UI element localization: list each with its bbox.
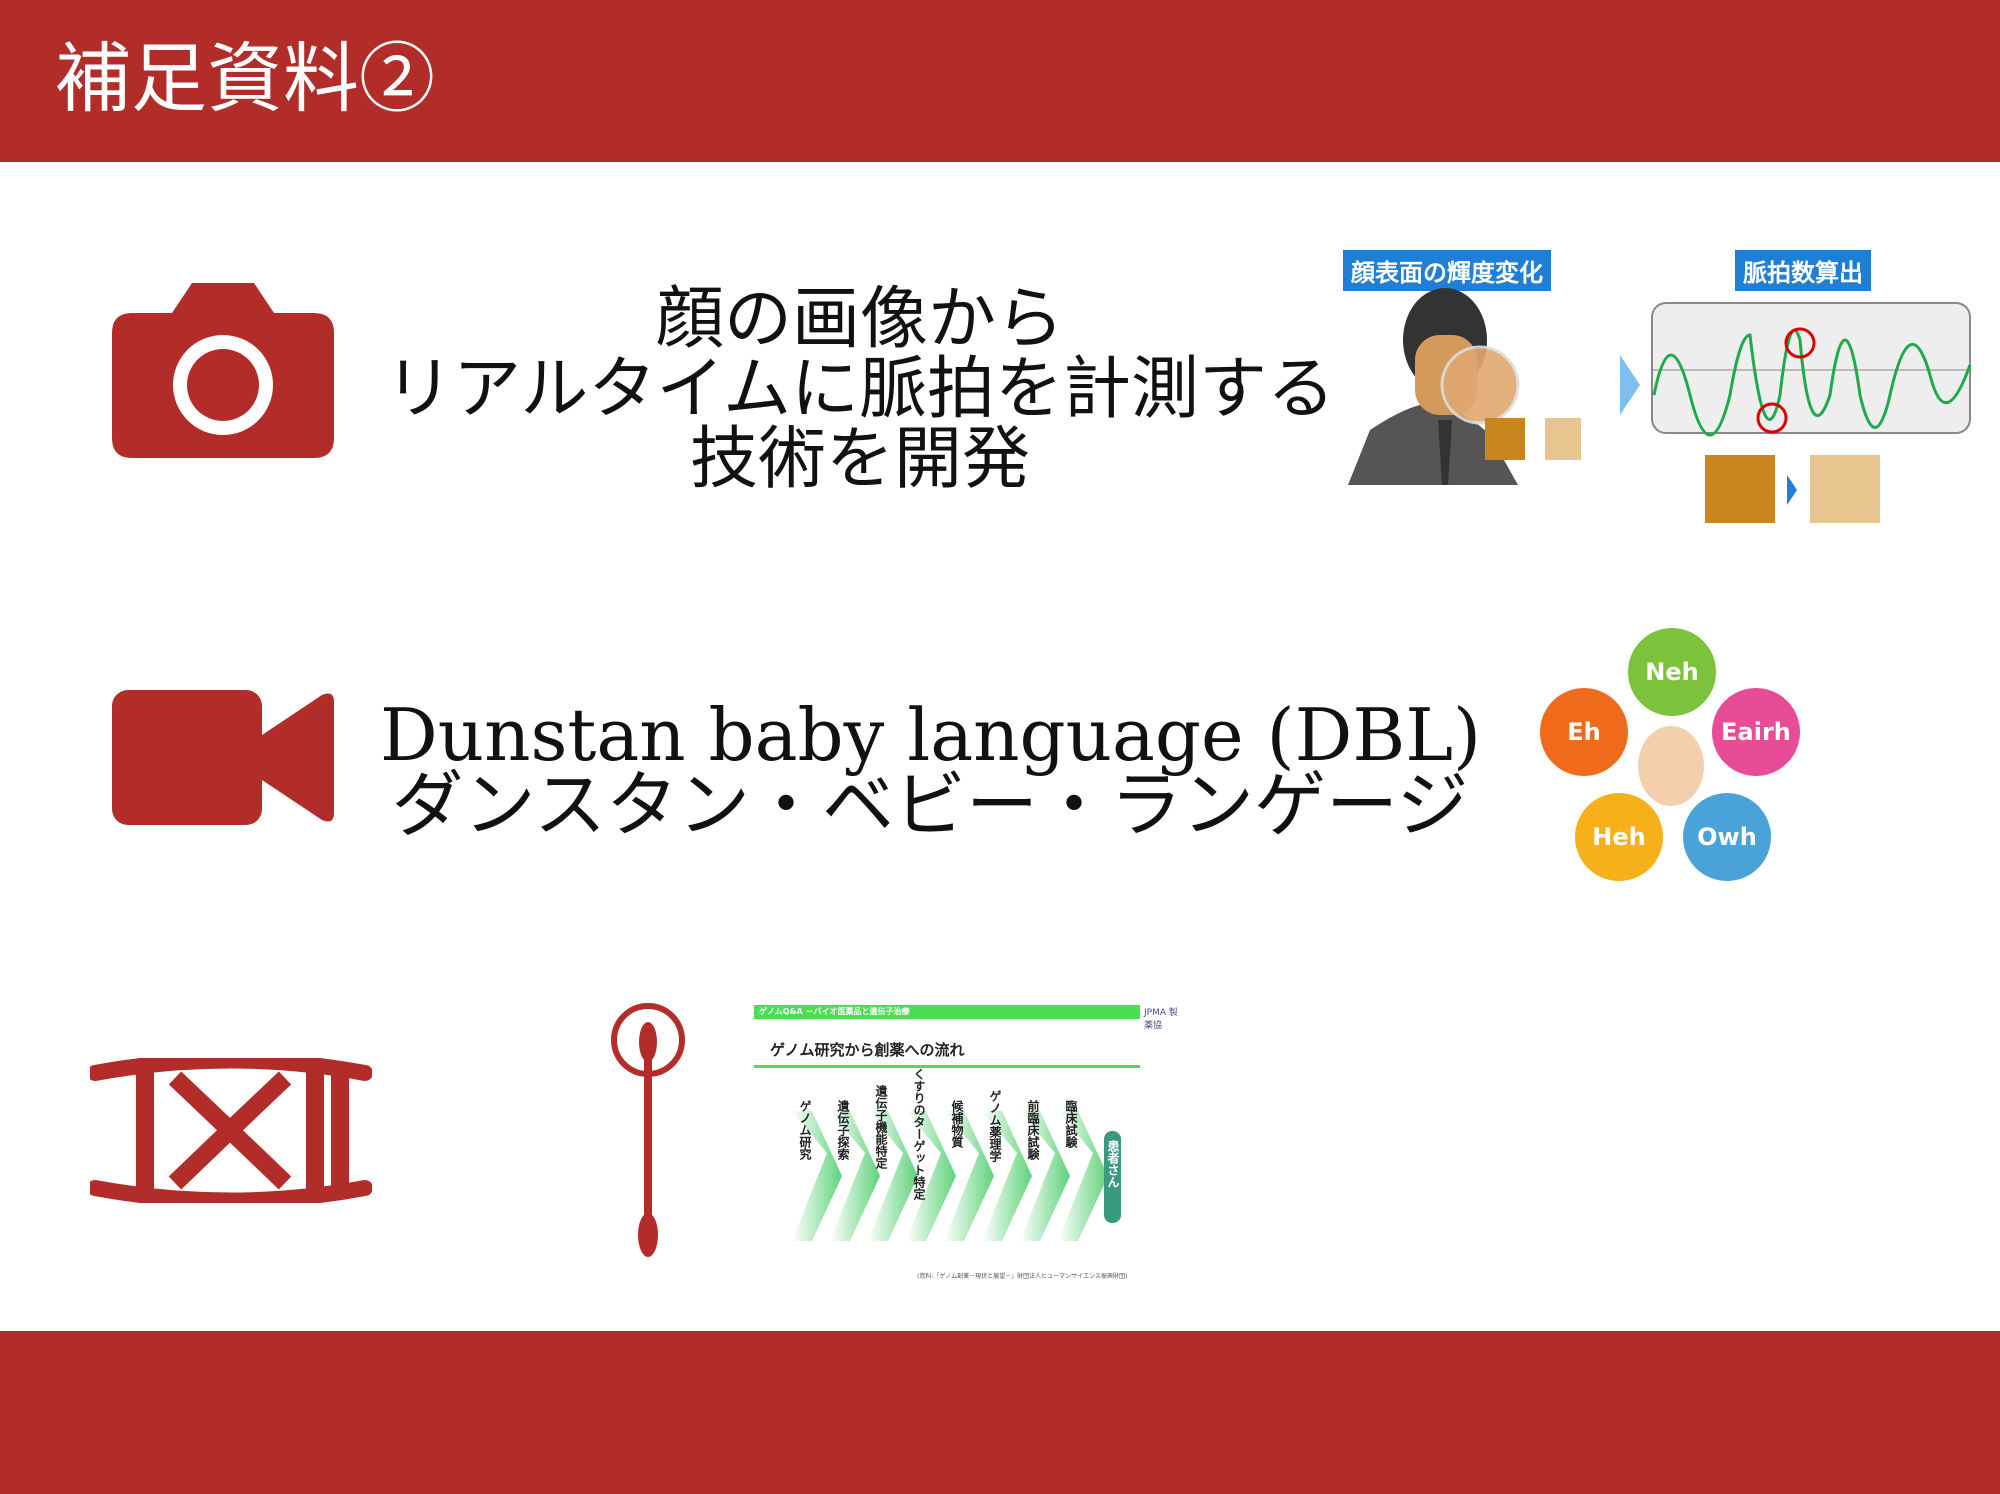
pulse-figure: 顔表面の輝度変化 脈拍数算出 <box>1340 245 1980 530</box>
flow-step: くすりのターゲット特定 <box>912 1068 926 1200</box>
bubble-neh: Neh <box>1628 628 1716 716</box>
flow-step: ゲノム薬理学 <box>988 1090 1002 1162</box>
genome-drug-flow-figure: ゲノムQ&A －バイオ医薬品と遺伝子治療 JPMA 製薬協 ゲノム研究から創薬へ… <box>752 1003 1182 1283</box>
camera-icon <box>112 283 334 458</box>
flow-step: 前臨床試験 <box>1026 1100 1040 1160</box>
page-title: 補足資料② <box>55 34 435 123</box>
bubble-heh: Heh <box>1575 793 1663 881</box>
bubble-eh: Eh <box>1540 688 1628 776</box>
text-line: 顔の画像から <box>655 280 1064 359</box>
text-line: 技術を開発 <box>689 420 1030 499</box>
bubble-owh: Owh <box>1683 793 1771 881</box>
baby-language-figure: Neh Eh Eairh Heh Owh <box>1540 628 1810 890</box>
video-camera-icon <box>112 690 334 825</box>
text-line: リアルタイムに脈拍を計測する <box>385 350 1335 429</box>
flow-step: 臨床試験 <box>1064 1100 1078 1148</box>
baby-face <box>1638 726 1704 806</box>
flow-step: ゲノム研究 <box>798 1100 812 1160</box>
flow-step: 遺伝子探索 <box>836 1100 850 1160</box>
text-line: Dunstan baby language (DBL) <box>380 693 1482 777</box>
figure-source: (資料:「ゲノム創薬－現状と展望－」財団法人ヒューマンサイエンス振興財団) <box>917 1273 1128 1280</box>
header-bar: 補足資料② <box>0 0 2000 162</box>
flow-end-patients: 患者さん <box>1106 1140 1120 1188</box>
footer-bar <box>0 1331 2000 1494</box>
dbl-description: Dunstan baby language (DBL) ダンスタン・ベビー・ラン… <box>380 693 1482 847</box>
pulse-illustration <box>1348 288 1972 523</box>
text-line: ダンスタン・ベビー・ランゲージ <box>391 763 1469 847</box>
bubble-eairh: Eairh <box>1712 688 1800 776</box>
flow-step: 候補物質 <box>950 1100 964 1148</box>
cotton-swab-icon <box>611 1003 685 1257</box>
pulse-description: 顔の画像から リアルタイムに脈拍を計測する 技術を開発 <box>360 285 1360 495</box>
dna-icon <box>90 1058 372 1203</box>
flow-step: 遺伝子機能特定 <box>874 1085 888 1169</box>
